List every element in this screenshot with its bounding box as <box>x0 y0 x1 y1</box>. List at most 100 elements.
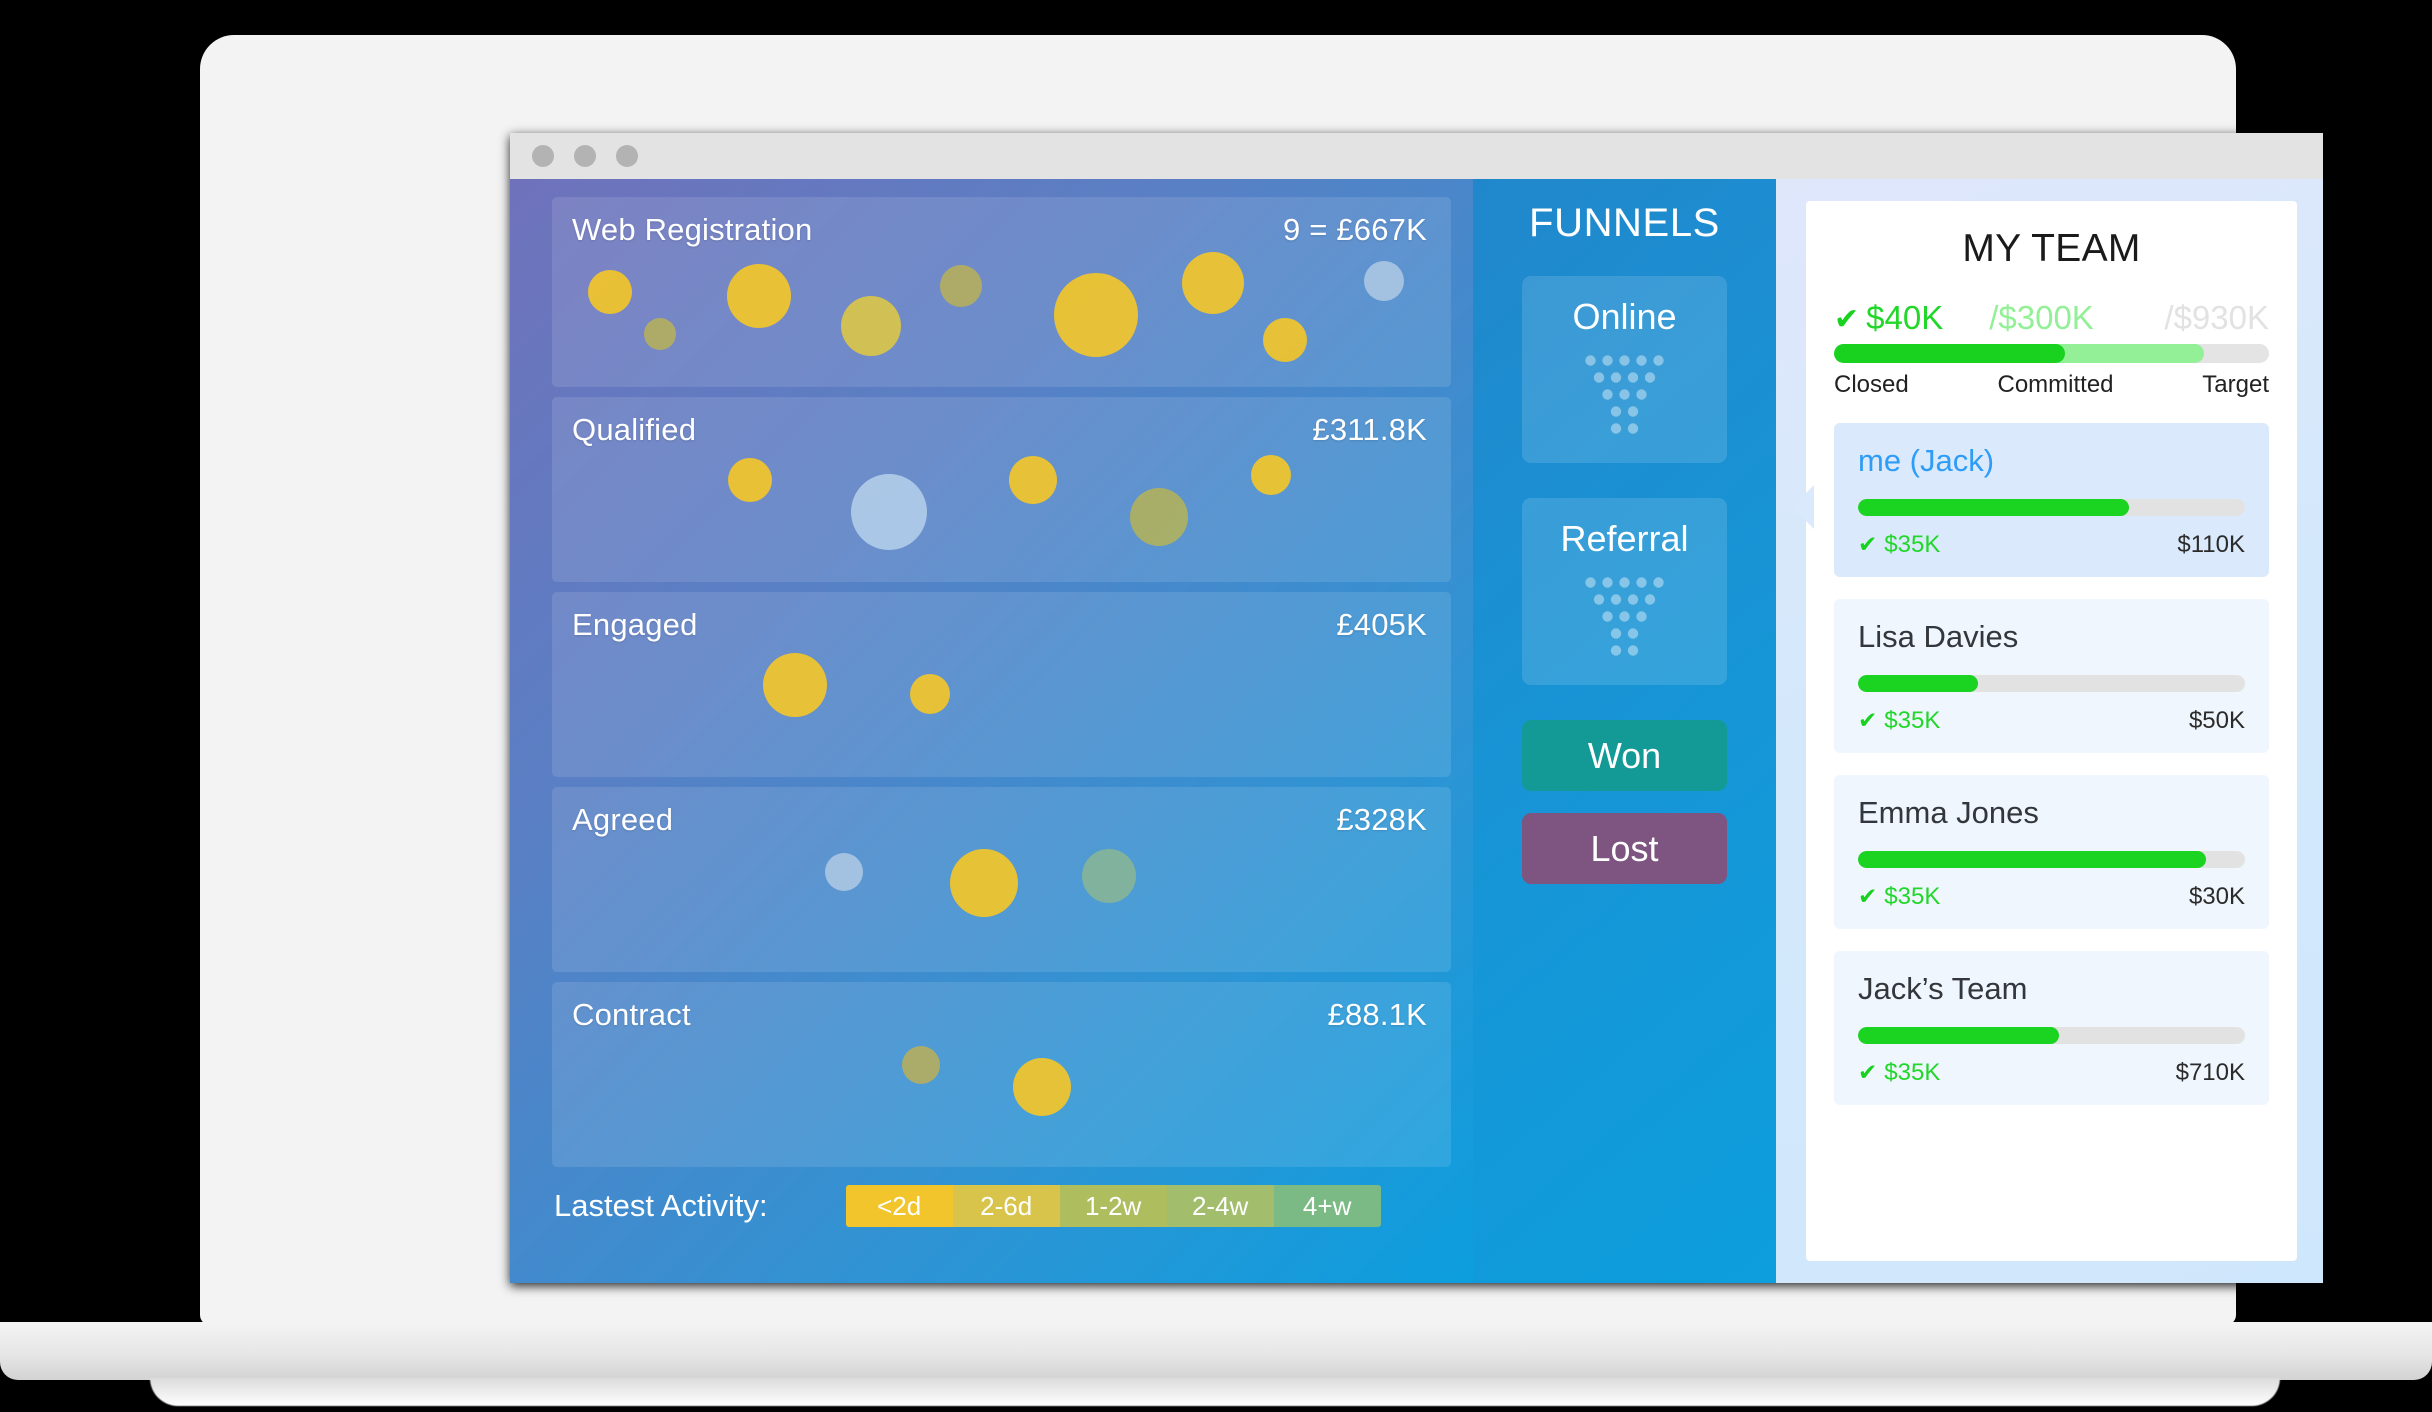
funnel-card-referral[interactable]: Referral <box>1522 498 1727 685</box>
team-member-progress-bar <box>1858 675 2245 692</box>
team-member-name: Emma Jones <box>1858 795 2039 830</box>
team-member-progress-fill <box>1858 675 1978 692</box>
won-button[interactable]: Won <box>1522 720 1727 791</box>
team-committed-amount: /$300K <box>1989 299 2094 336</box>
team-member-closed: ✔ $35K <box>1858 1059 1940 1087</box>
funnel-stage-row[interactable]: Engaged £405K <box>552 592 1451 777</box>
deal-bubble[interactable] <box>1251 454 1292 495</box>
funnel-card-label: Online <box>1572 296 1677 337</box>
stage-name: Engaged <box>572 607 698 642</box>
team-member-progress-fill <box>1858 499 2129 516</box>
funnel-outcome-buttons: Won Lost <box>1522 720 1727 906</box>
deal-bubble[interactable] <box>940 265 983 308</box>
stage-name: Web Registration <box>572 212 813 247</box>
check-icon: ✔ <box>1858 883 1878 909</box>
team-closed-fill <box>1834 344 2065 363</box>
funnels-title: FUNNELS <box>1529 201 1720 245</box>
deal-bubble[interactable] <box>727 458 772 503</box>
deal-bubble[interactable] <box>825 853 864 892</box>
funnel-stage-row[interactable]: Contract £88.1K <box>552 982 1451 1167</box>
activity-bucket[interactable]: 1-2w <box>1059 1185 1167 1227</box>
team-member-progress-bar <box>1858 851 2245 868</box>
activity-scale: <2d 2-6d 1-2w 2-4w 4+w <box>845 1185 1381 1227</box>
team-summary-progress-bar <box>1834 344 2269 363</box>
deal-bubble[interactable] <box>841 296 902 357</box>
activity-bucket[interactable]: 4+w <box>1273 1185 1381 1227</box>
team-member-card[interactable]: Lisa Davies ✔ $35K $50K <box>1834 599 2269 753</box>
deal-bubble[interactable] <box>1053 272 1138 357</box>
deal-bubble[interactable] <box>1262 317 1307 362</box>
check-icon: ✔ <box>1858 531 1878 557</box>
team-member-closed-value: $35K <box>1884 1059 1941 1086</box>
team-member-card[interactable]: Emma Jones ✔ $35K $30K <box>1834 775 2269 929</box>
team-member-card[interactable]: Jack’s Team ✔ $35K $710K <box>1834 951 2269 1105</box>
lost-button[interactable]: Lost <box>1522 813 1727 884</box>
funnel-card-list: Online Referral <box>1522 276 1727 720</box>
funnel-stage-row[interactable]: Web Registration 9 = £667K <box>552 197 1451 387</box>
check-icon: ✔ <box>1834 303 1860 336</box>
team-member-name: Jack’s Team <box>1858 971 2028 1006</box>
minimize-dot-icon[interactable] <box>574 145 596 167</box>
team-member-closed-value: $35K <box>1884 707 1941 734</box>
deal-bubble[interactable] <box>1082 848 1137 903</box>
browser-window: Web Registration 9 = £667K Qualified £311.8… <box>510 133 2323 1283</box>
maximize-dot-icon[interactable] <box>616 145 638 167</box>
browser-titlebar <box>510 133 2323 179</box>
stage-name: Qualified <box>572 412 697 447</box>
stage-name: Agreed <box>572 802 674 837</box>
funnel-icon <box>1582 352 1667 437</box>
legend-closed-label: Closed <box>1834 371 1909 398</box>
funnel-stages-pane: Web Registration 9 = £667K Qualified £311.8… <box>510 179 1473 1283</box>
team-target-amount: /$930K <box>2164 299 2269 336</box>
team-member-footer: ✔ $35K $30K <box>1858 883 2245 911</box>
team-member-list: me (Jack) ✔ $35K $110K Lisa Davies ✔ $35K $50K E… <box>1792 423 2269 1105</box>
stage-value: 9 = £667K <box>1282 212 1427 247</box>
team-member-name: me (Jack) <box>1858 443 1995 478</box>
team-member-footer: ✔ $35K $110K <box>1858 531 2245 559</box>
funnel-card-label: Referral <box>1560 518 1689 559</box>
deal-bubble[interactable] <box>762 652 827 717</box>
deal-bubble[interactable] <box>1012 1058 1071 1117</box>
activity-bucket[interactable]: 2-4w <box>1166 1185 1274 1227</box>
team-member-progress-bar <box>1858 499 2245 516</box>
legend-target-label: Target <box>2202 371 2269 398</box>
team-member-card[interactable]: me (Jack) ✔ $35K $110K <box>1792 423 2269 577</box>
stage-header: Contract £88.1K <box>552 982 1451 1033</box>
laptop-frame: Web Registration 9 = £667K Qualified £311.8… <box>200 35 2323 1325</box>
funnel-card-online[interactable]: Online <box>1522 276 1727 463</box>
stage-header: Engaged £405K <box>552 592 1451 643</box>
team-member-target: $710K <box>2175 1059 2245 1086</box>
team-summary-legend: Closed Committed Target <box>1834 371 2269 399</box>
team-member-footer: ✔ $35K $710K <box>1858 1059 2245 1087</box>
latest-activity-label: Lastest Activity: <box>554 1188 768 1223</box>
funnel-stage-list: Web Registration 9 = £667K Qualified £311.8… <box>552 197 1451 1167</box>
team-member-target: $30K <box>2188 883 2245 910</box>
deal-bubble[interactable] <box>949 849 1018 918</box>
team-closed-amount: ✔ $40K <box>1834 299 1943 337</box>
deal-bubble[interactable] <box>1008 456 1057 505</box>
team-member-footer: ✔ $35K $50K <box>1858 707 2245 735</box>
team-member-closed-value: $35K <box>1884 883 1941 910</box>
activity-bucket[interactable]: <2d <box>845 1185 953 1227</box>
deal-bubble[interactable] <box>901 1046 940 1085</box>
stage-value: £405K <box>1336 607 1427 642</box>
team-member-progress-bar <box>1858 1027 2245 1044</box>
deal-bubble[interactable] <box>909 673 950 714</box>
deal-bubble[interactable] <box>1129 488 1188 547</box>
close-dot-icon[interactable] <box>532 145 554 167</box>
funnel-stage-row[interactable]: Qualified £311.8K <box>552 397 1451 582</box>
deal-bubble[interactable] <box>1363 260 1404 301</box>
team-member-progress-fill <box>1858 1027 2060 1044</box>
deal-bubble[interactable] <box>726 263 791 328</box>
activity-bucket[interactable]: 2-6d <box>952 1185 1060 1227</box>
team-member-target: $110K <box>2177 531 2245 558</box>
stage-value: £88.1K <box>1327 997 1427 1032</box>
deal-bubble[interactable] <box>851 473 928 550</box>
deal-bubble[interactable] <box>643 317 676 350</box>
latest-activity-legend: Lastest Activity: <2d 2-6d 1-2w 2-4w 4+w <box>552 1185 1451 1227</box>
deal-bubble[interactable] <box>588 270 633 314</box>
legend-committed-label: Committed <box>1997 371 2114 398</box>
funnel-stage-row[interactable]: Agreed £328K <box>552 787 1451 972</box>
funnels-pane: FUNNELS Online Referral Won Lost <box>1473 179 1776 1283</box>
deal-bubble[interactable] <box>1181 251 1244 314</box>
